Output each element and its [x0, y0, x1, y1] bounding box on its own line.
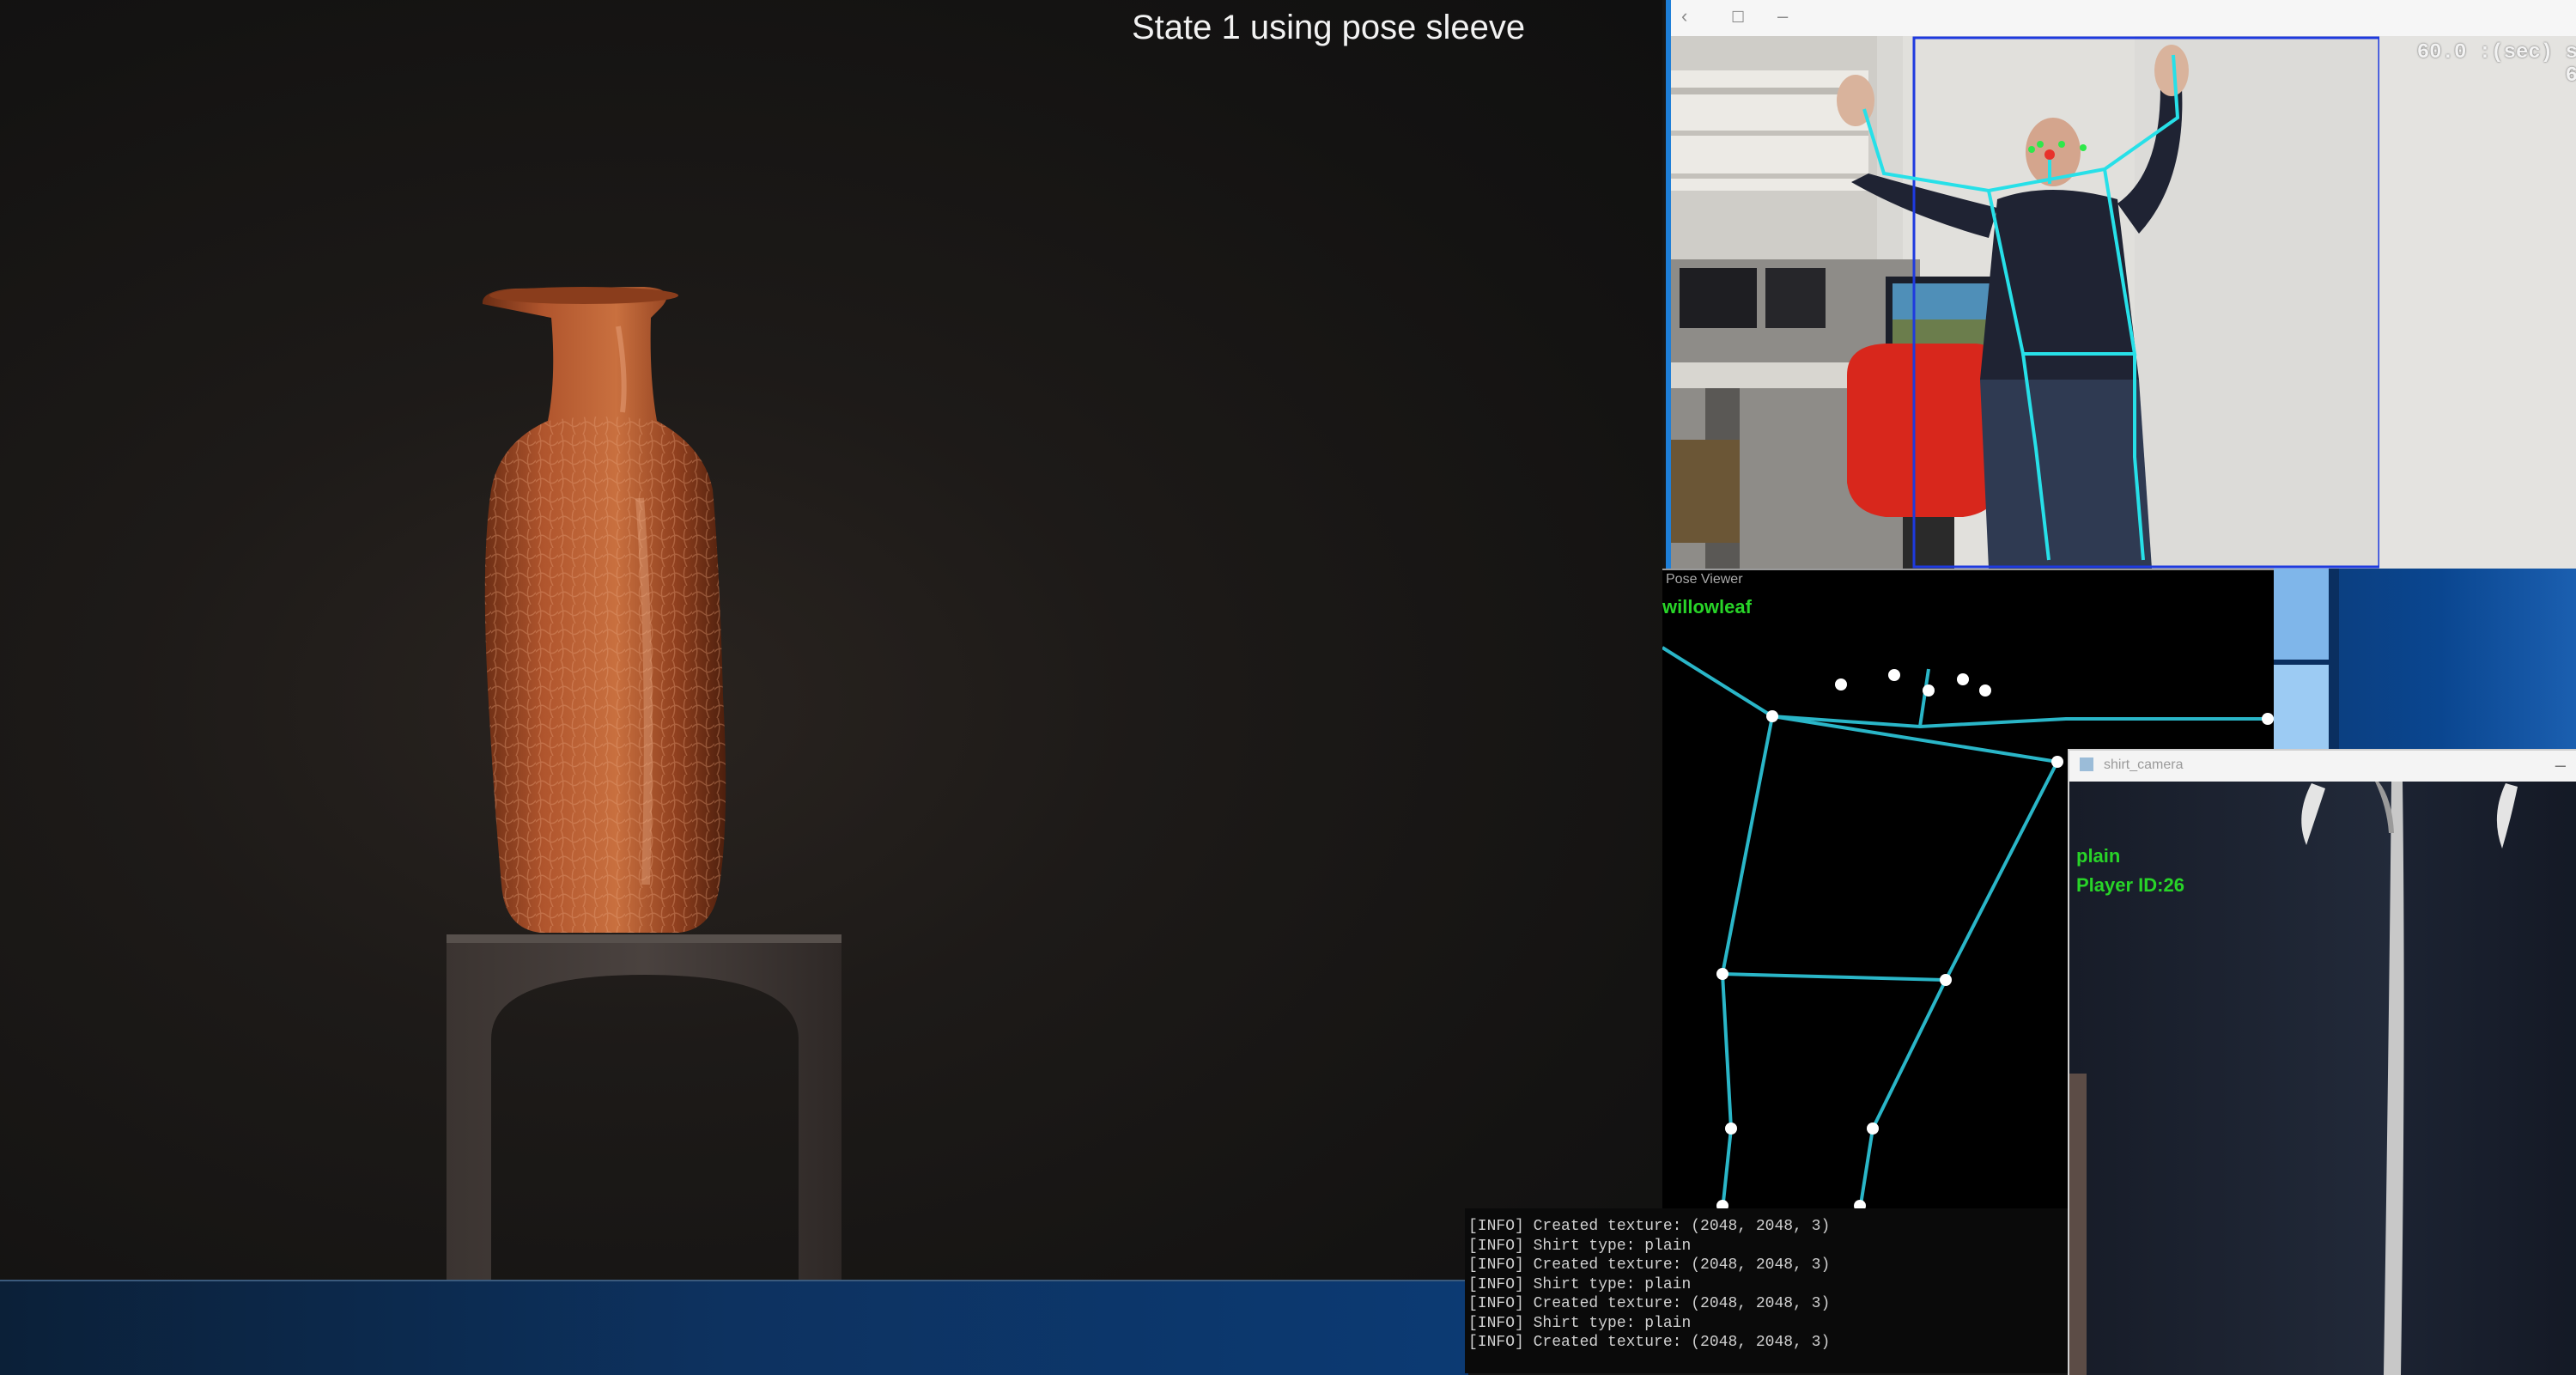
- shirt-window-titlebar[interactable]: shirt_camera –: [2069, 751, 2576, 782]
- minimize-icon[interactable]: –: [2555, 754, 2566, 776]
- console-line: [INFO] Shirt type: plain: [1468, 1275, 1692, 1293]
- render-title: State 1 using pose sleeve: [1132, 9, 1526, 46]
- console-line: [INFO] Created texture: (2048, 2048, 3): [1468, 1295, 1831, 1312]
- camera-window[interactable]: ‹ ☐ – 60.0:(sec) s: [1666, 0, 2576, 569]
- shirt-closeup: [2069, 782, 2576, 1375]
- pedestal: [447, 938, 841, 1280]
- console-line: [INFO] Created texture: (2048, 2048, 3): [1468, 1256, 1831, 1274]
- shirt-camera-window[interactable]: shirt_camera – plain Player ID:26: [2068, 749, 2576, 1375]
- console-output[interactable]: [INFO] Created texture: (2048, 2048, 3) …: [1465, 1208, 2068, 1373]
- fps-readout: 60.0 :(sec) s 6: [2416, 41, 2576, 88]
- camera-titlebar[interactable]: ‹ ☐ –: [1671, 0, 2576, 37]
- desktop-background-strip: [0, 1280, 1468, 1375]
- camera-feed: [1671, 36, 2576, 569]
- minimize-icon[interactable]: –: [1777, 5, 1788, 27]
- shirt-camera-feed: [2069, 782, 2576, 1375]
- console-line: [INFO] Shirt type: plain: [1468, 1314, 1692, 1332]
- shirt-type-label: plain: [2076, 845, 2121, 867]
- player-id-label: Player ID:26: [2076, 874, 2184, 896]
- console-line: [INFO] Created texture: (2048, 2048, 3): [1468, 1334, 1831, 1351]
- vase-render: [447, 287, 841, 1280]
- shirt-window-title: shirt_camera: [2104, 757, 2184, 772]
- render-viewport: State 1 using pose sleeve: [0, 0, 1662, 1280]
- app-icon: [2080, 757, 2093, 771]
- camera-scene: [1671, 36, 2576, 569]
- desktop-background: [2274, 569, 2576, 749]
- console-line: [INFO] Shirt type: plain: [1468, 1237, 1692, 1255]
- maximize-icon[interactable]: ☐: [1731, 9, 1745, 27]
- console-line: [INFO] Created texture: (2048, 2048, 3): [1468, 1218, 1831, 1235]
- back-icon[interactable]: ‹: [1681, 5, 1687, 27]
- windows-logo-fragment: [2274, 569, 2339, 749]
